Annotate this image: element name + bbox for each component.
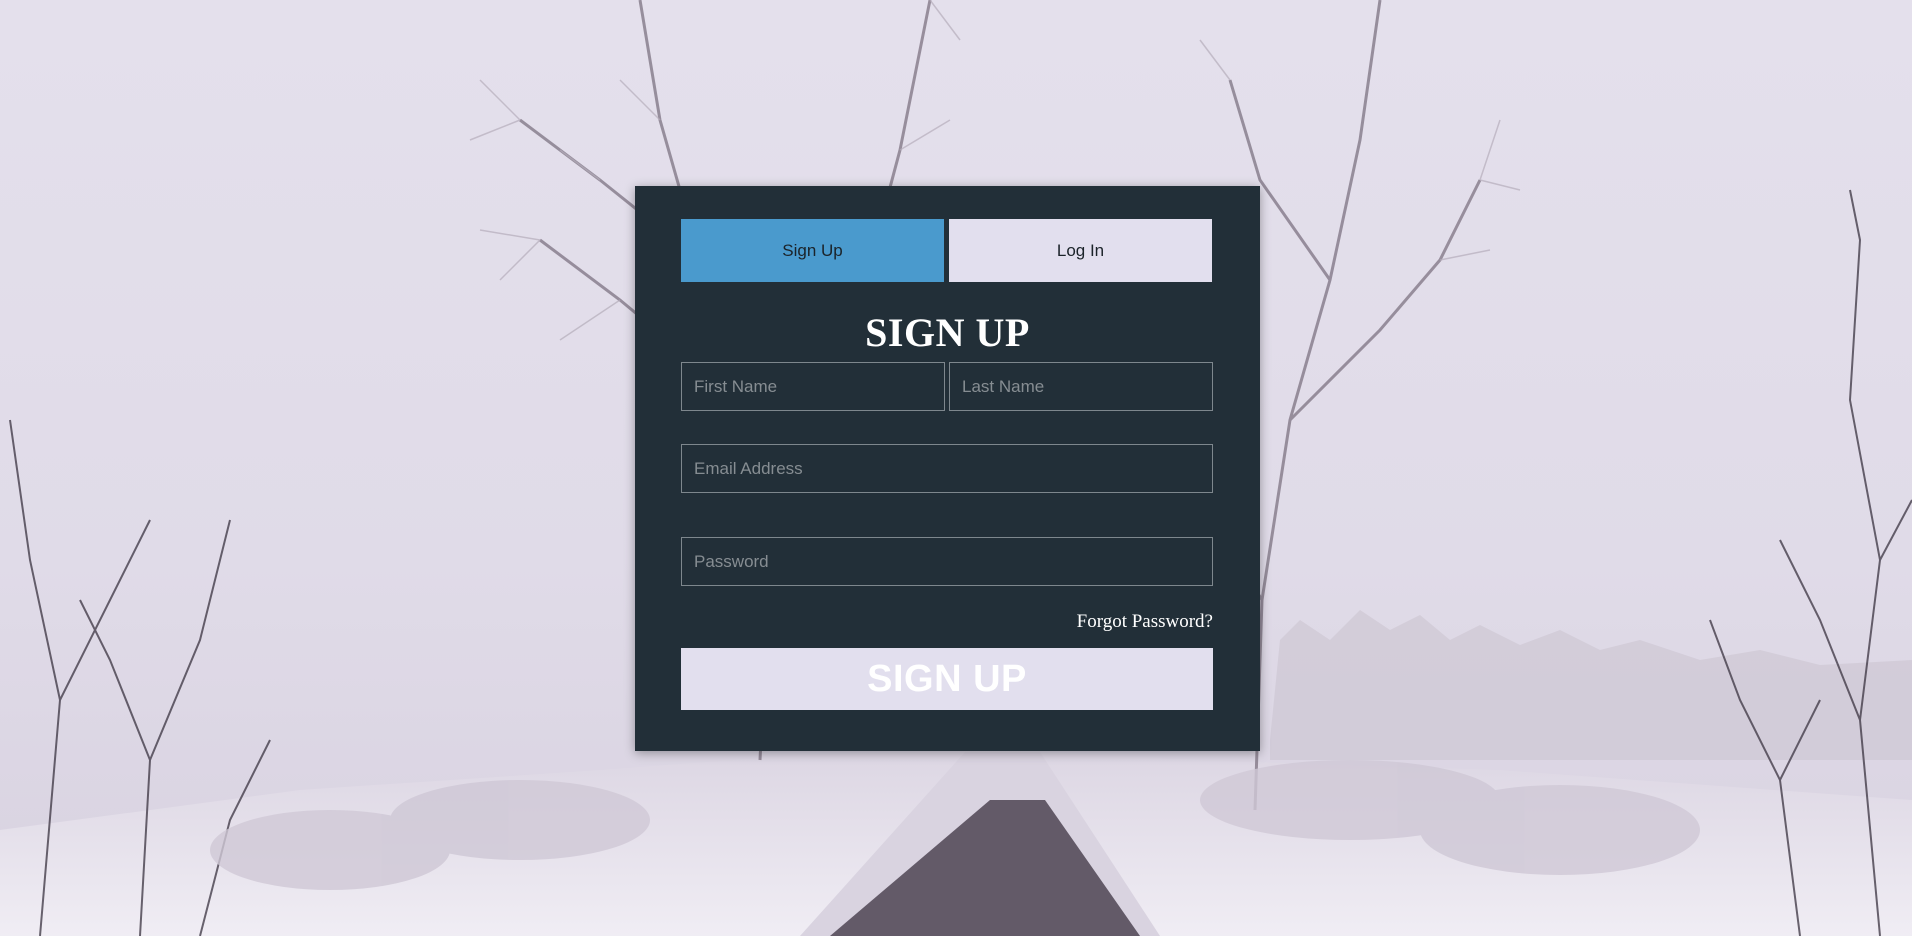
form-title: SIGN UP: [865, 310, 1030, 355]
email-input[interactable]: [681, 444, 1213, 493]
tab-log-in[interactable]: Log In: [949, 219, 1212, 282]
forgot-password-link[interactable]: Forgot Password?: [1077, 611, 1213, 633]
password-input[interactable]: [681, 537, 1213, 586]
last-name-input[interactable]: [949, 362, 1213, 411]
signup-card: Sign Up Log In SIGN UP Forgot Password? …: [635, 186, 1260, 751]
sign-up-button[interactable]: SIGN UP: [681, 648, 1213, 710]
tab-sign-up[interactable]: Sign Up: [681, 219, 944, 282]
first-name-input[interactable]: [681, 362, 945, 411]
auth-tabs: Sign Up Log In: [681, 219, 1212, 282]
